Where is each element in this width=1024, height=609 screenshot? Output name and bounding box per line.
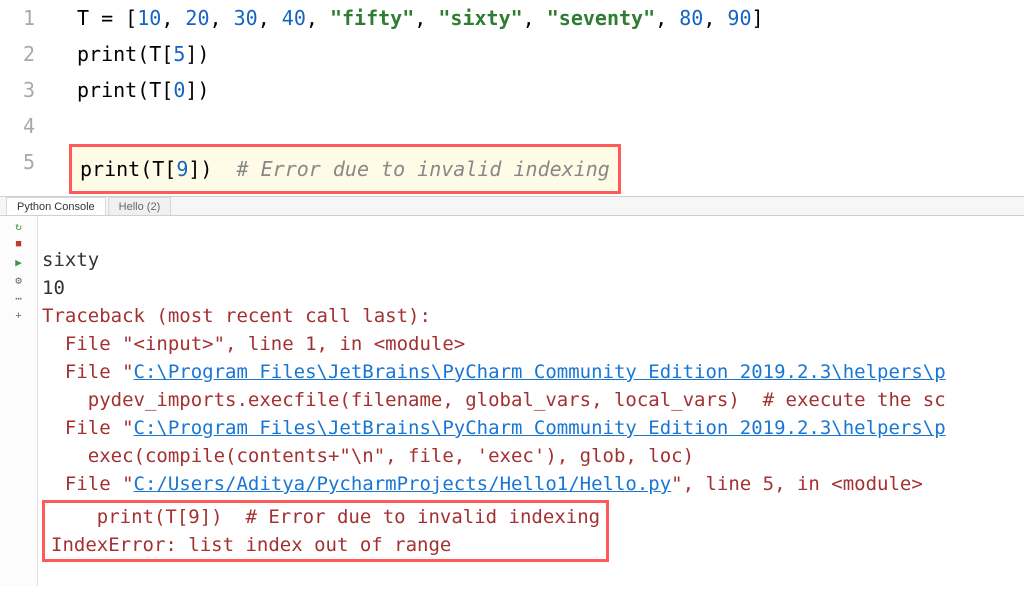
highlighted-error-line[interactable]: print(T[9]) # Error due to invalid index…	[77, 144, 1024, 194]
console-toolbar: ↻ ■ ▶ ⚙ ⋯ +	[0, 216, 38, 586]
console-output[interactable]: sixty 10 Traceback (most recent call las…	[38, 216, 1024, 586]
traceback-line: File "C:\Program Files\JetBrains\PyCharm…	[42, 417, 946, 439]
line-number: 5	[0, 144, 35, 180]
settings-icon[interactable]: ⚙	[12, 274, 26, 288]
stop-icon[interactable]: ■	[12, 238, 26, 252]
add-icon[interactable]: +	[12, 310, 26, 324]
traceback-line: File "C:\Program Files\JetBrains\PyCharm…	[42, 361, 946, 383]
rerun-icon[interactable]: ↻	[12, 220, 26, 234]
line-number: 2	[0, 36, 35, 72]
code-line[interactable]: print(T[0])	[77, 72, 1024, 108]
more-icon[interactable]: ⋯	[12, 292, 26, 306]
file-link[interactable]: C:\Program Files\JetBrains\PyCharm Commu…	[134, 361, 946, 383]
code-line[interactable]: T = [10, 20, 30, 40, "fifty", "sixty", "…	[77, 0, 1024, 36]
traceback-error-message: IndexError: list index out of range	[51, 534, 451, 556]
code-editor[interactable]: 1 2 3 4 5 T = [10, 20, 30, 40, "fifty", …	[0, 0, 1024, 194]
traceback-header: Traceback (most recent call last):	[42, 305, 431, 327]
line-number: 3	[0, 72, 35, 108]
line-number: 1	[0, 0, 35, 36]
console-tabs: Python Console Hello (2)	[0, 196, 1024, 216]
stdout-line: sixty	[42, 249, 99, 271]
error-highlight-box: print(T[9]) # Error due to invalid index…	[42, 500, 609, 562]
traceback-line: File "<input>", line 1, in <module>	[42, 333, 465, 355]
line-number-gutter: 1 2 3 4 5	[0, 0, 55, 194]
play-icon[interactable]: ▶	[12, 256, 26, 270]
console-panel: ↻ ■ ▶ ⚙ ⋯ + sixty 10 Traceback (most rec…	[0, 216, 1024, 586]
code-area[interactable]: T = [10, 20, 30, 40, "fifty", "sixty", "…	[55, 0, 1024, 194]
file-link[interactable]: C:\Program Files\JetBrains\PyCharm Commu…	[134, 417, 946, 439]
code-line[interactable]	[77, 108, 1024, 144]
traceback-line: exec(compile(contents+"\n", file, 'exec'…	[42, 445, 694, 467]
file-link[interactable]: C:/Users/Aditya/PycharmProjects/Hello1/H…	[134, 473, 672, 495]
tab-python-console[interactable]: Python Console	[6, 197, 106, 215]
tab-hello[interactable]: Hello (2)	[108, 197, 172, 215]
traceback-line: pydev_imports.execfile(filename, global_…	[42, 389, 946, 411]
line-number: 4	[0, 108, 35, 144]
traceback-error-source: print(T[9]) # Error due to invalid index…	[51, 506, 600, 528]
stdout-line: 10	[42, 277, 65, 299]
traceback-line: File "C:/Users/Aditya/PycharmProjects/He…	[42, 473, 923, 495]
code-line[interactable]: print(T[5])	[77, 36, 1024, 72]
